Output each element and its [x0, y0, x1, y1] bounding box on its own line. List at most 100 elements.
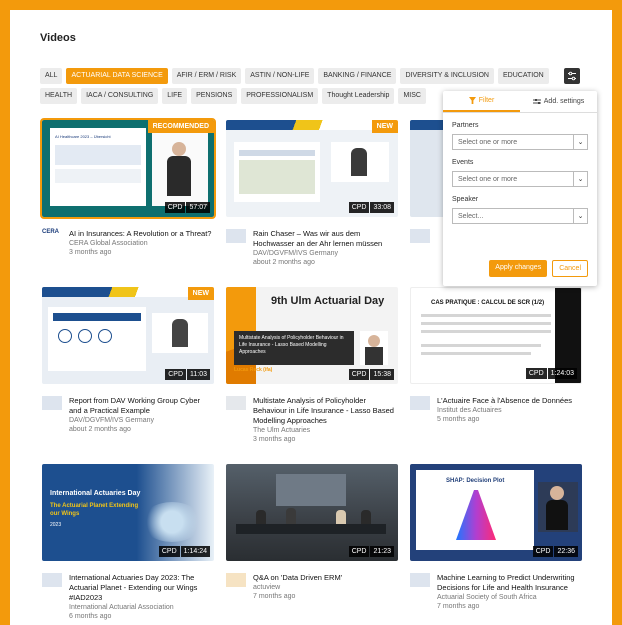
- apply-changes-button[interactable]: Apply changes: [489, 260, 548, 277]
- upload-age: 3 months ago: [69, 249, 112, 256]
- video-title[interactable]: Rain Chaser – Was wir aus dem Hochwasser…: [253, 229, 398, 249]
- video-title[interactable]: International Actuaries Day 2023: The Ac…: [69, 573, 214, 603]
- channel-logo: [42, 396, 62, 410]
- video-thumbnail[interactable]: International Actuaries Day The Actuaria…: [42, 464, 214, 561]
- thumb-year: 2023: [50, 522, 62, 528]
- videos-panel: Videos ALL ACTUARIAL DATA SCIENCE AFIR /…: [10, 10, 612, 625]
- events-placeholder: Select one or more: [458, 175, 518, 183]
- chip-iaca-consulting[interactable]: IACA / CONSULTING: [81, 88, 159, 104]
- chip-astin-non-life[interactable]: ASTIN / NON-LIFE: [245, 68, 315, 84]
- filter-popup: Filter Add. settings Partners Select one…: [443, 91, 597, 286]
- chip-life[interactable]: LIFE: [162, 88, 188, 104]
- chip-all[interactable]: ALL: [40, 68, 63, 84]
- video-thumbnail[interactable]: CPD 21:23: [226, 464, 398, 561]
- channel-logo: [226, 396, 246, 410]
- slide-text: AI Healthcare 2023 – Übersicht: [55, 134, 111, 139]
- duration: 1:14:24: [180, 546, 210, 557]
- tab-settings[interactable]: Add. settings: [520, 91, 597, 112]
- chip-pensions[interactable]: PENSIONS: [191, 88, 238, 104]
- events-label: Events: [452, 159, 474, 166]
- chip-thought-leadership[interactable]: Thought Leadership: [322, 88, 395, 104]
- duration: 57:07: [186, 202, 210, 213]
- chip-health[interactable]: HEALTH: [40, 88, 78, 104]
- video-title[interactable]: Multistate Analysis of Policyholder Beha…: [253, 396, 398, 426]
- channel-name[interactable]: Actuarial Society of South Africa: [437, 593, 582, 602]
- partners-select[interactable]: Select one or more ⌄: [452, 134, 588, 150]
- filter-toggle-button[interactable]: [564, 68, 580, 84]
- sliders-icon: [568, 71, 576, 81]
- chip-education[interactable]: EDUCATION: [497, 68, 549, 84]
- video-thumbnail[interactable]: SHAP: Decision Plot CPD 22:36: [410, 464, 582, 561]
- channel-name[interactable]: actuview: [253, 583, 342, 592]
- duration-badge: CPD 22:36: [532, 546, 578, 557]
- video-card[interactable]: NEW CPD 11:03 Report from DAV Working Gro…: [42, 287, 214, 434]
- video-title[interactable]: Report from DAV Working Group Cyber and …: [69, 396, 214, 416]
- video-title[interactable]: Q&A on 'Data Driven ERM': [253, 573, 342, 583]
- cpd-label: CPD: [164, 202, 186, 213]
- duration: 15:38: [370, 369, 394, 380]
- channel-logo: [42, 573, 62, 587]
- cpd-label: CPD: [348, 202, 370, 213]
- duration-badge: CPD 21:23: [348, 546, 394, 557]
- video-card[interactable]: International Actuaries Day The Actuaria…: [42, 464, 214, 621]
- chip-actuarial-data-science[interactable]: ACTUARIAL DATA SCIENCE: [66, 68, 168, 84]
- video-thumbnail[interactable]: 9th Ulm Actuarial Day Multistate Analysi…: [226, 287, 398, 384]
- duration: 33:08: [370, 202, 394, 213]
- cpd-label: CPD: [158, 546, 180, 557]
- chip-professionalism[interactable]: PROFESSIONALISM: [241, 88, 319, 104]
- video-card[interactable]: AI Healthcare 2023 – Übersicht RECOMMEND…: [40, 118, 216, 257]
- channel-logo: [226, 229, 246, 243]
- chip-misc[interactable]: MISC: [398, 88, 426, 104]
- chevron-down-icon: ⌄: [573, 172, 587, 186]
- duration-badge: CPD 11:03: [165, 369, 210, 380]
- speaker-select[interactable]: Select... ⌄: [452, 208, 588, 224]
- video-thumbnail[interactable]: CAS PRATIQUE : CALCUL DE SCR (1/2) CPD 1:…: [410, 287, 582, 384]
- channel-name[interactable]: Institut des Actuaires: [437, 406, 572, 415]
- video-thumbnail[interactable]: AI Healthcare 2023 – Übersicht RECOMMEND…: [40, 118, 216, 219]
- cpd-label: CPD: [532, 546, 554, 557]
- video-card[interactable]: CPD 21:23 Q&A on 'Data Driven ERM' actuvi…: [226, 464, 398, 601]
- cancel-button[interactable]: Cancel: [552, 260, 588, 277]
- video-card[interactable]: 9th Ulm Actuarial Day Multistate Analysi…: [226, 287, 398, 444]
- duration: 22:36: [554, 546, 578, 557]
- channel-name[interactable]: DAV/DGVFM/IVS Germany: [253, 249, 398, 258]
- channel-name[interactable]: DAV/DGVFM/IVS Germany: [69, 416, 214, 425]
- video-thumbnail[interactable]: NEW CPD 33:08: [226, 120, 398, 217]
- slide-heading: CAS PRATIQUE : CALCUL DE SCR (1/2): [431, 300, 545, 306]
- events-select[interactable]: Select one or more ⌄: [452, 171, 588, 187]
- sliders-icon: [532, 99, 541, 104]
- channel-name[interactable]: CERA Global Association: [69, 239, 211, 248]
- channel-logo: [410, 573, 430, 587]
- partners-label: Partners: [452, 122, 479, 129]
- video-title[interactable]: Machine Learning to Predict Underwriting…: [437, 573, 582, 593]
- chip-diversity-inclusion[interactable]: DIVERSITY & INCLUSION: [400, 68, 494, 84]
- channel-logo: CERA: [42, 229, 60, 235]
- channel-logo: [226, 573, 246, 587]
- channel-name[interactable]: The Ulm Actuaries: [253, 426, 398, 435]
- tab-filter[interactable]: Filter: [443, 91, 520, 112]
- channel-name[interactable]: International Actuarial Association: [69, 603, 214, 612]
- video-title[interactable]: AI in Insurances: A Revolution or a Thre…: [69, 229, 211, 239]
- cpd-label: CPD: [348, 369, 370, 380]
- video-card[interactable]: CAS PRATIQUE : CALCUL DE SCR (1/2) CPD 1:…: [410, 287, 582, 424]
- video-title[interactable]: L'Actuaire Face à l'Absence de Données: [437, 396, 572, 406]
- chip-afir-erm-risk[interactable]: AFIR / ERM / RISK: [171, 68, 242, 84]
- tab-filter-label: Filter: [478, 97, 495, 104]
- video-card[interactable]: SHAP: Decision Plot CPD 22:36 Machine Lea…: [410, 464, 582, 611]
- cpd-label: CPD: [165, 369, 186, 380]
- chevron-down-icon: ⌄: [573, 135, 587, 149]
- event-banner: 9th Ulm Actuarial Day: [271, 295, 385, 307]
- page-title: Videos: [40, 32, 76, 44]
- video-thumbnail[interactable]: NEW CPD 11:03: [42, 287, 214, 384]
- upload-age: about 2 months ago: [69, 426, 131, 433]
- duration-badge: CPD 15:38: [348, 369, 394, 380]
- chip-banking-finance[interactable]: BANKING / FINANCE: [318, 68, 397, 84]
- talk-title-box: Multistate Analysis of Policyholder Beha…: [234, 331, 354, 365]
- upload-age: 7 months ago: [437, 603, 480, 610]
- video-card[interactable]: NEW CPD 33:08 Rain Chaser – Was wir aus d…: [226, 120, 398, 267]
- new-badge: NEW: [371, 120, 398, 133]
- duration-badge: CPD 1:14:24: [158, 546, 210, 557]
- duration: 11:03: [187, 369, 210, 380]
- thumb-subheadline: The Actuarial Planet Extending our Wings: [50, 503, 139, 517]
- channel-logo: [410, 396, 430, 410]
